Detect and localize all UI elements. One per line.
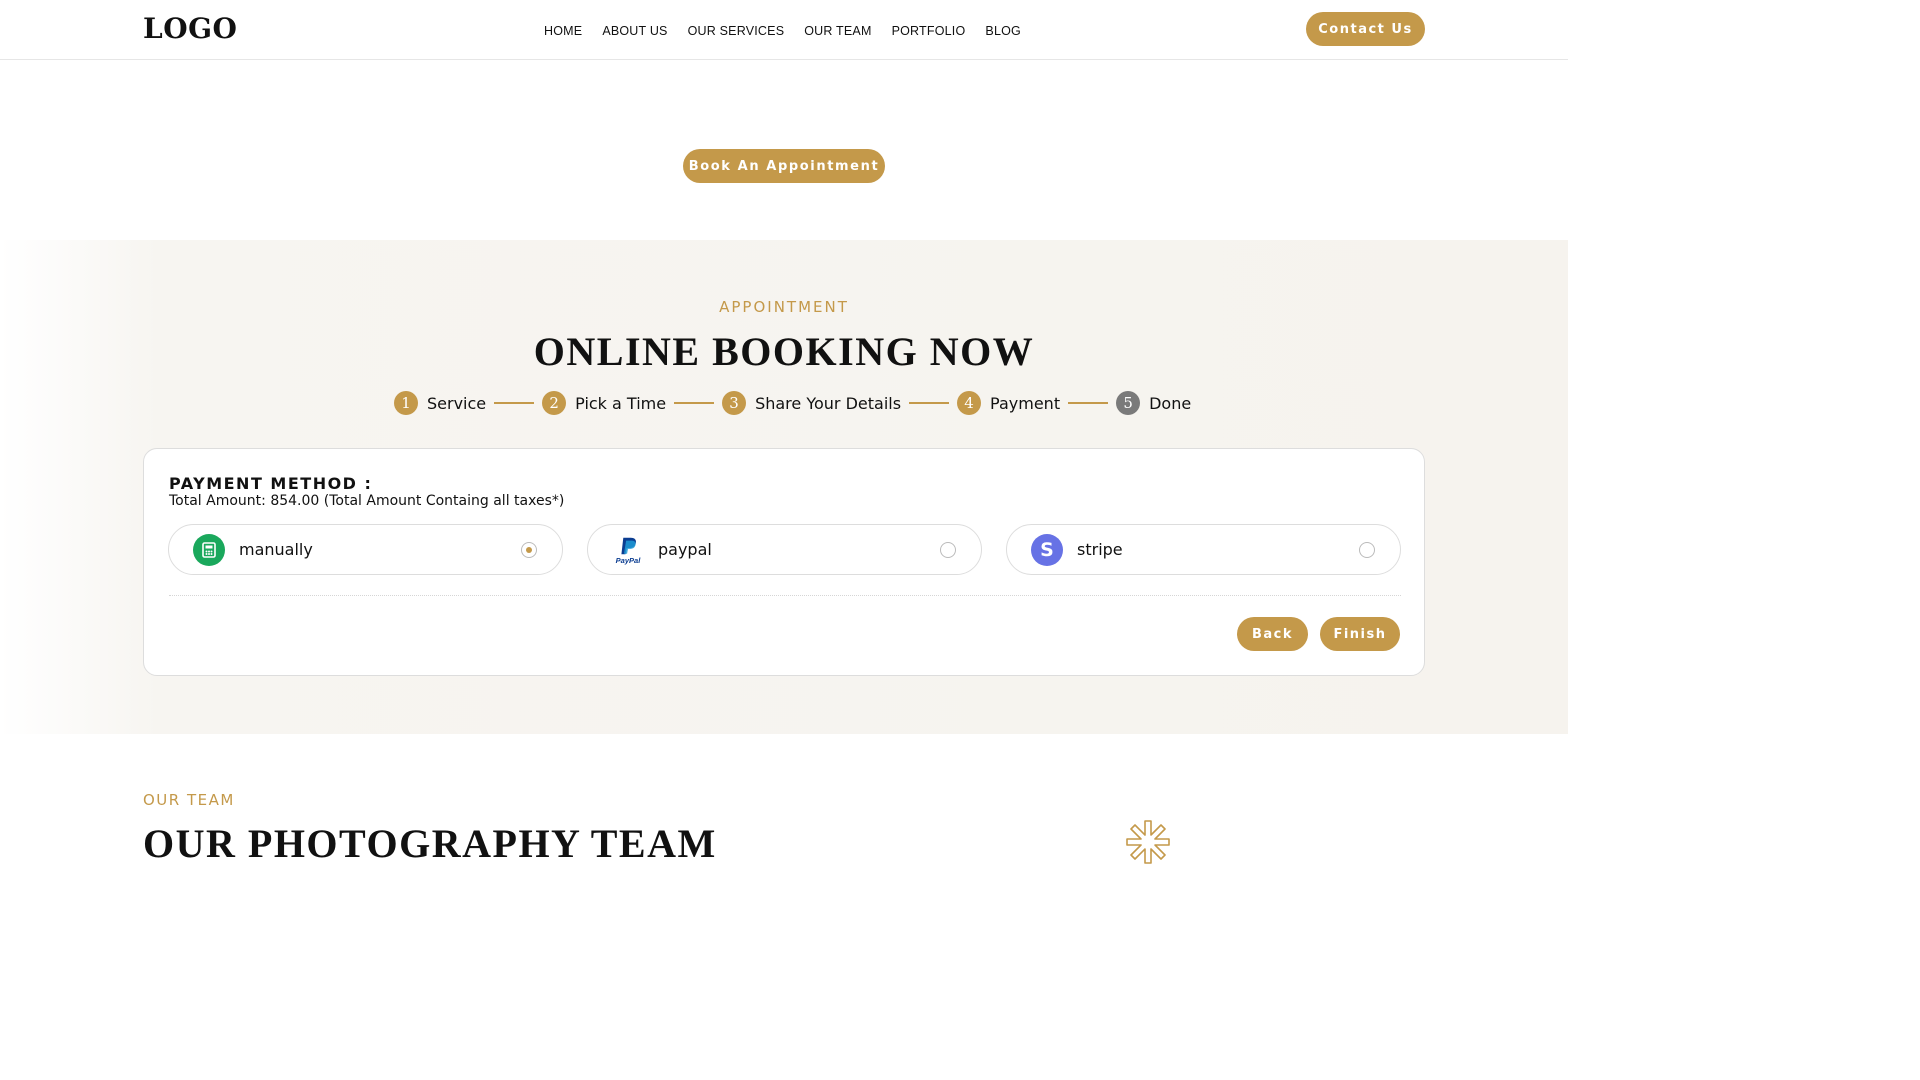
step-connector xyxy=(674,402,715,404)
paypal-icon-text: PayPal xyxy=(616,556,642,565)
paypal-icon: PayPal xyxy=(612,534,644,566)
asterisk-ornament-icon xyxy=(1126,820,1170,864)
nav-about-us[interactable]: ABOUT US xyxy=(602,24,667,38)
step-number: 1 xyxy=(394,391,418,415)
panel-divider xyxy=(169,595,1401,596)
nav-our-team[interactable]: OUR TEAM xyxy=(804,24,871,38)
payment-option-label: manually xyxy=(239,540,313,559)
back-button[interactable]: Back xyxy=(1237,617,1308,651)
step-done[interactable]: 5 Done xyxy=(1116,391,1191,415)
booking-eyebrow: APPOINTMENT xyxy=(719,298,849,316)
step-payment[interactable]: 4 Payment xyxy=(957,391,1060,415)
step-label: Done xyxy=(1149,393,1192,413)
team-title: OUR PHOTOGRAPHY TEAM xyxy=(143,821,717,866)
step-label: Service xyxy=(427,393,487,413)
stripe-icon-text: S xyxy=(1040,538,1054,561)
payment-option-label: paypal xyxy=(658,540,712,559)
step-connector xyxy=(909,402,950,404)
payment-option-stripe[interactable]: S stripe xyxy=(1006,524,1401,575)
cash-register-icon xyxy=(193,534,225,566)
radio-manually[interactable] xyxy=(521,542,537,558)
contact-us-button[interactable]: Contact Us xyxy=(1306,12,1425,46)
payment-method-title: PAYMENT METHOD : xyxy=(169,474,373,493)
step-connector xyxy=(1068,402,1109,404)
finish-button[interactable]: Finish xyxy=(1320,617,1400,651)
payment-option-label: stripe xyxy=(1077,540,1123,559)
site-header: LOGO HOME ABOUT US OUR SERVICES OUR TEAM… xyxy=(0,0,1568,60)
radio-paypal[interactable] xyxy=(940,542,956,558)
payment-option-manually[interactable]: manually xyxy=(168,524,563,575)
team-eyebrow: OUR TEAM xyxy=(143,791,235,809)
step-share-details[interactable]: 3 Share Your Details xyxy=(722,391,901,415)
payment-options: manually PayPal paypal S stripe xyxy=(168,524,1401,575)
booking-title: ONLINE BOOKING NOW xyxy=(533,329,1035,374)
radio-stripe[interactable] xyxy=(1359,542,1375,558)
nav-portfolio[interactable]: PORTFOLIO xyxy=(892,24,966,38)
step-number: 5 xyxy=(1116,391,1141,415)
step-label: Payment xyxy=(990,393,1061,413)
logo[interactable]: LOGO xyxy=(143,12,237,45)
step-number: 2 xyxy=(542,391,567,415)
booking-steps: 1 Service 2 Pick a Time 3 Share Your Det… xyxy=(394,391,1191,415)
step-service[interactable]: 1 Service xyxy=(394,391,486,415)
step-number: 4 xyxy=(957,391,982,415)
step-label: Share Your Details xyxy=(755,393,902,413)
step-connector xyxy=(494,402,535,404)
step-label: Pick a Time xyxy=(575,393,667,413)
book-appointment-button[interactable]: Book An Appointment xyxy=(683,149,885,183)
nav-blog[interactable]: BLOG xyxy=(985,24,1021,38)
step-number: 3 xyxy=(722,391,747,415)
payment-total: Total Amount: 854.00 (Total Amount Conta… xyxy=(169,493,565,509)
payment-option-paypal[interactable]: PayPal paypal xyxy=(587,524,982,575)
stripe-icon: S xyxy=(1031,534,1063,566)
booking-section: APPOINTMENT ONLINE BOOKING NOW 1 Service… xyxy=(0,240,1568,734)
nav-our-services[interactable]: OUR SERVICES xyxy=(688,24,785,38)
main-nav: HOME ABOUT US OUR SERVICES OUR TEAM PORT… xyxy=(544,24,1021,38)
nav-home[interactable]: HOME xyxy=(544,24,582,38)
payment-panel: PAYMENT METHOD : Total Amount: 854.00 (T… xyxy=(143,448,1425,676)
step-pick-a-time[interactable]: 2 Pick a Time xyxy=(542,391,666,415)
